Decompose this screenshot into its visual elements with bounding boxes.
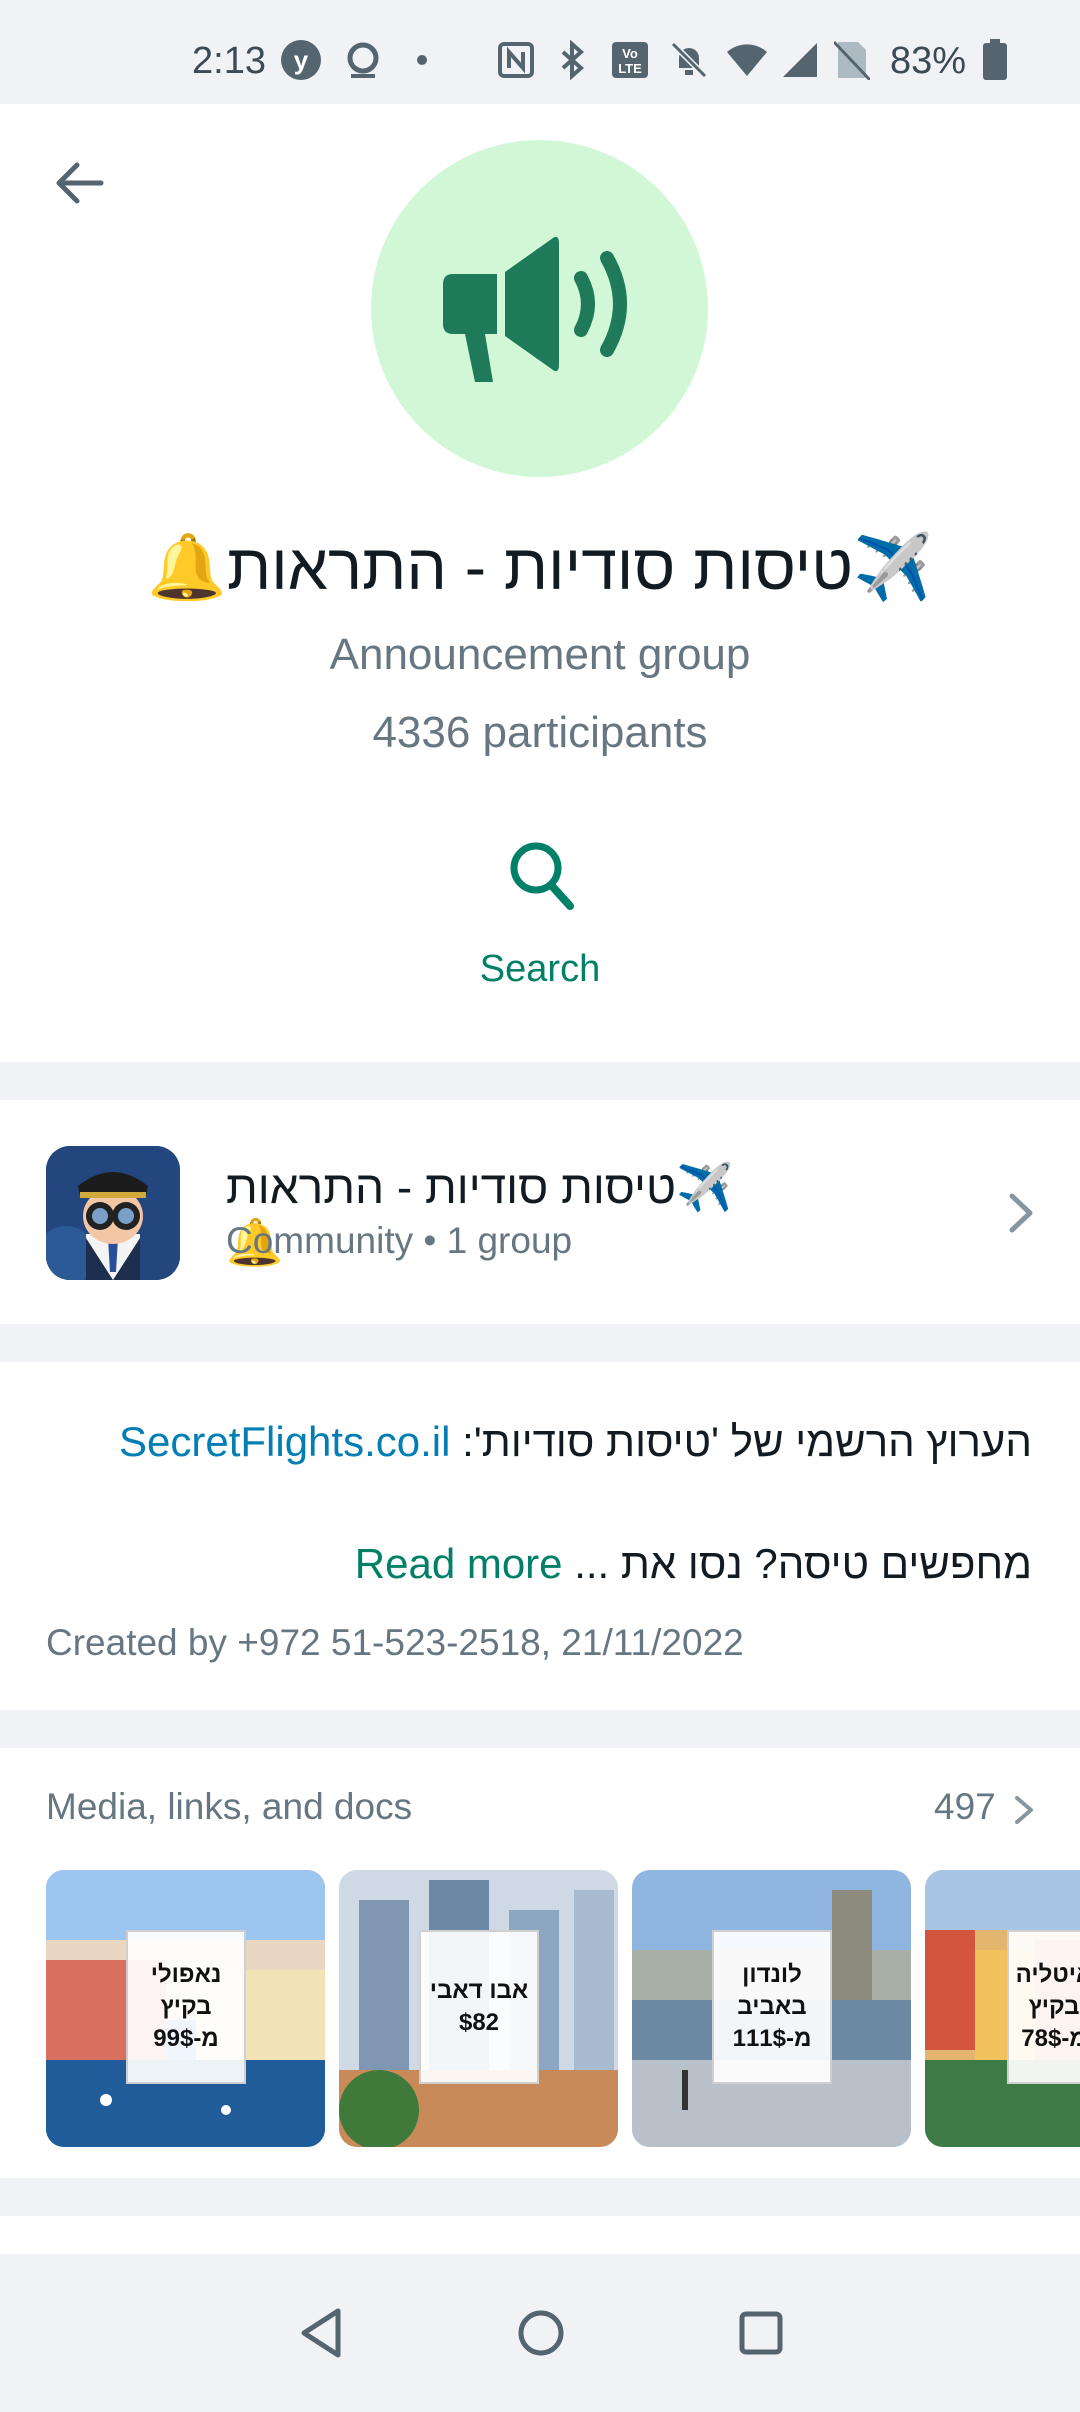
thumbnail-caption: איטליה בקיץ מ-78$: [1007, 1930, 1080, 2084]
caption-line: מ-99$: [153, 2025, 219, 2052]
group-name: ✈️טיסות סודיות - התראות🔔: [147, 531, 933, 603]
media-thumbnail[interactable]: לונדון באביב מ-111$: [632, 1870, 911, 2147]
svg-text:Vo: Vo: [622, 46, 638, 61]
no-sim-icon: [832, 40, 872, 80]
media-thumbnail[interactable]: נאפולי בקיץ מ-99$: [46, 1870, 325, 2147]
caption-line: בקיץ: [160, 1993, 212, 2020]
thumbnail-caption: אבו דאבי $82: [419, 1930, 539, 2084]
dot-icon: [412, 40, 432, 80]
community-avatar: [46, 1146, 180, 1280]
thumbnail-caption: לונדון באביב מ-111$: [712, 1930, 832, 2084]
website-link[interactable]: SecretFlights.co.il: [119, 1418, 450, 1465]
chat-notification-icon: [342, 40, 384, 80]
chevron-right-icon[interactable]: [1012, 1790, 1036, 1830]
caption-line: אבו דאבי: [429, 1977, 529, 2004]
battery-percent: 83%: [890, 40, 967, 82]
media-thumbnail[interactable]: איטליה בקיץ מ-78$: [925, 1870, 1080, 2147]
caption-line: בקיץ: [1028, 1993, 1080, 2020]
caption-line: $82: [458, 2009, 500, 2036]
read-more-link[interactable]: Read more: [355, 1540, 563, 1587]
volte-icon: Vo LTE: [610, 40, 650, 80]
back-button[interactable]: [44, 148, 114, 218]
caption-line: מ-111$: [732, 2025, 812, 2052]
media-thumbnail[interactable]: אבו דאבי $82: [339, 1870, 618, 2147]
caption-line: איטליה: [1015, 1961, 1080, 1988]
thumbnail-caption: נאפולי בקיץ מ-99$: [126, 1930, 246, 2084]
status-bar: 2:13 y Vo LTE 83%: [0, 0, 1080, 104]
y-app-icon: y: [280, 40, 322, 80]
nav-back-button[interactable]: [286, 2298, 356, 2368]
back-arrow-icon: [56, 162, 104, 204]
description-text-1: הערוץ הרשמי של 'טיסות סודיות':: [450, 1418, 1032, 1465]
participants-count: 4336 participants: [372, 708, 708, 757]
bluetooth-icon: [552, 40, 592, 80]
megaphone-icon: [442, 236, 627, 382]
media-count[interactable]: 497: [934, 1786, 996, 1828]
wifi-icon: [724, 40, 770, 80]
search-button[interactable]: Search: [440, 826, 640, 1006]
description-line-1: הערוץ הרשמי של 'טיסות סודיות': SecretFli…: [119, 1418, 1032, 1466]
svg-text:y: y: [294, 45, 309, 75]
circle-home-icon: [518, 2310, 564, 2356]
search-label: Search: [479, 948, 601, 990]
square-recents-icon: [739, 2311, 783, 2355]
description-text-2: מחפשים טיסה? נסו את ...: [562, 1540, 1032, 1587]
nfc-icon: [496, 40, 536, 80]
group-avatar[interactable]: [371, 140, 708, 477]
caption-line: נאפולי: [150, 1961, 222, 1988]
description-line-2: מחפשים טיסה? נסו את ... Read more: [355, 1540, 1032, 1588]
system-nav-bar: [0, 2254, 1080, 2412]
battery-icon: [980, 39, 1010, 80]
community-subtitle: Community • 1 group: [226, 1220, 573, 1261]
group-type: Announcement group: [329, 630, 751, 679]
signal-icon: [780, 40, 820, 80]
caption-line: באביב: [737, 1993, 807, 2020]
nav-home-button[interactable]: [506, 2298, 576, 2368]
created-by: Created by +972 51-523-2518, 21/11/2022: [46, 1622, 744, 1663]
search-icon: [510, 842, 574, 910]
next-section: [0, 2216, 1080, 2254]
svg-text:LTE: LTE: [618, 61, 642, 76]
mute-icon: [668, 40, 710, 80]
status-time: 2:13: [192, 40, 266, 82]
chevron-right-icon: [1000, 1188, 1040, 1238]
nav-recents-button[interactable]: [726, 2298, 796, 2368]
triangle-back-icon: [301, 2308, 341, 2358]
caption-line: לונדון: [742, 1961, 802, 1988]
media-title: Media, links, and docs: [46, 1786, 413, 1827]
caption-line: מ-78$: [1021, 2025, 1080, 2052]
